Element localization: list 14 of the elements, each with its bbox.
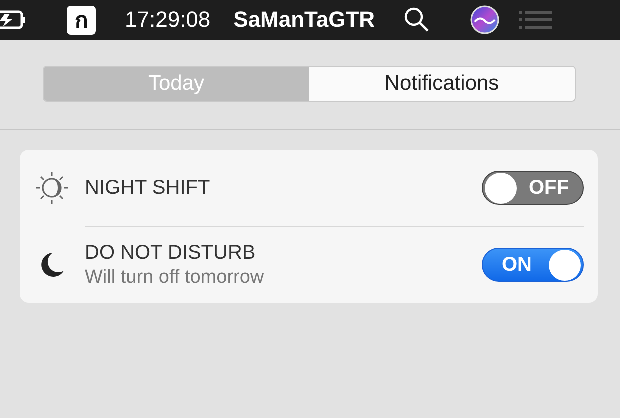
battery-icon[interactable] [0,10,27,30]
input-source-icon[interactable]: ก [67,6,96,34]
control-title: DO NOT DISTURB [85,242,257,264]
toggle-switch[interactable]: OFF [482,171,584,205]
siri-icon[interactable] [470,5,500,35]
clock[interactable]: 17:29:08 [125,7,211,33]
control-subtitle: Will turn off tomorrow [85,266,266,288]
sun-moon-icon [35,171,69,205]
control-title: NIGHT SHIFT [85,176,212,200]
search-icon[interactable] [404,7,430,33]
user-name[interactable]: SaManTaGTR [234,7,376,33]
toggle-switch[interactable]: ON [482,248,584,282]
tab[interactable]: Notifications [309,67,575,101]
moon-icon [39,252,65,278]
